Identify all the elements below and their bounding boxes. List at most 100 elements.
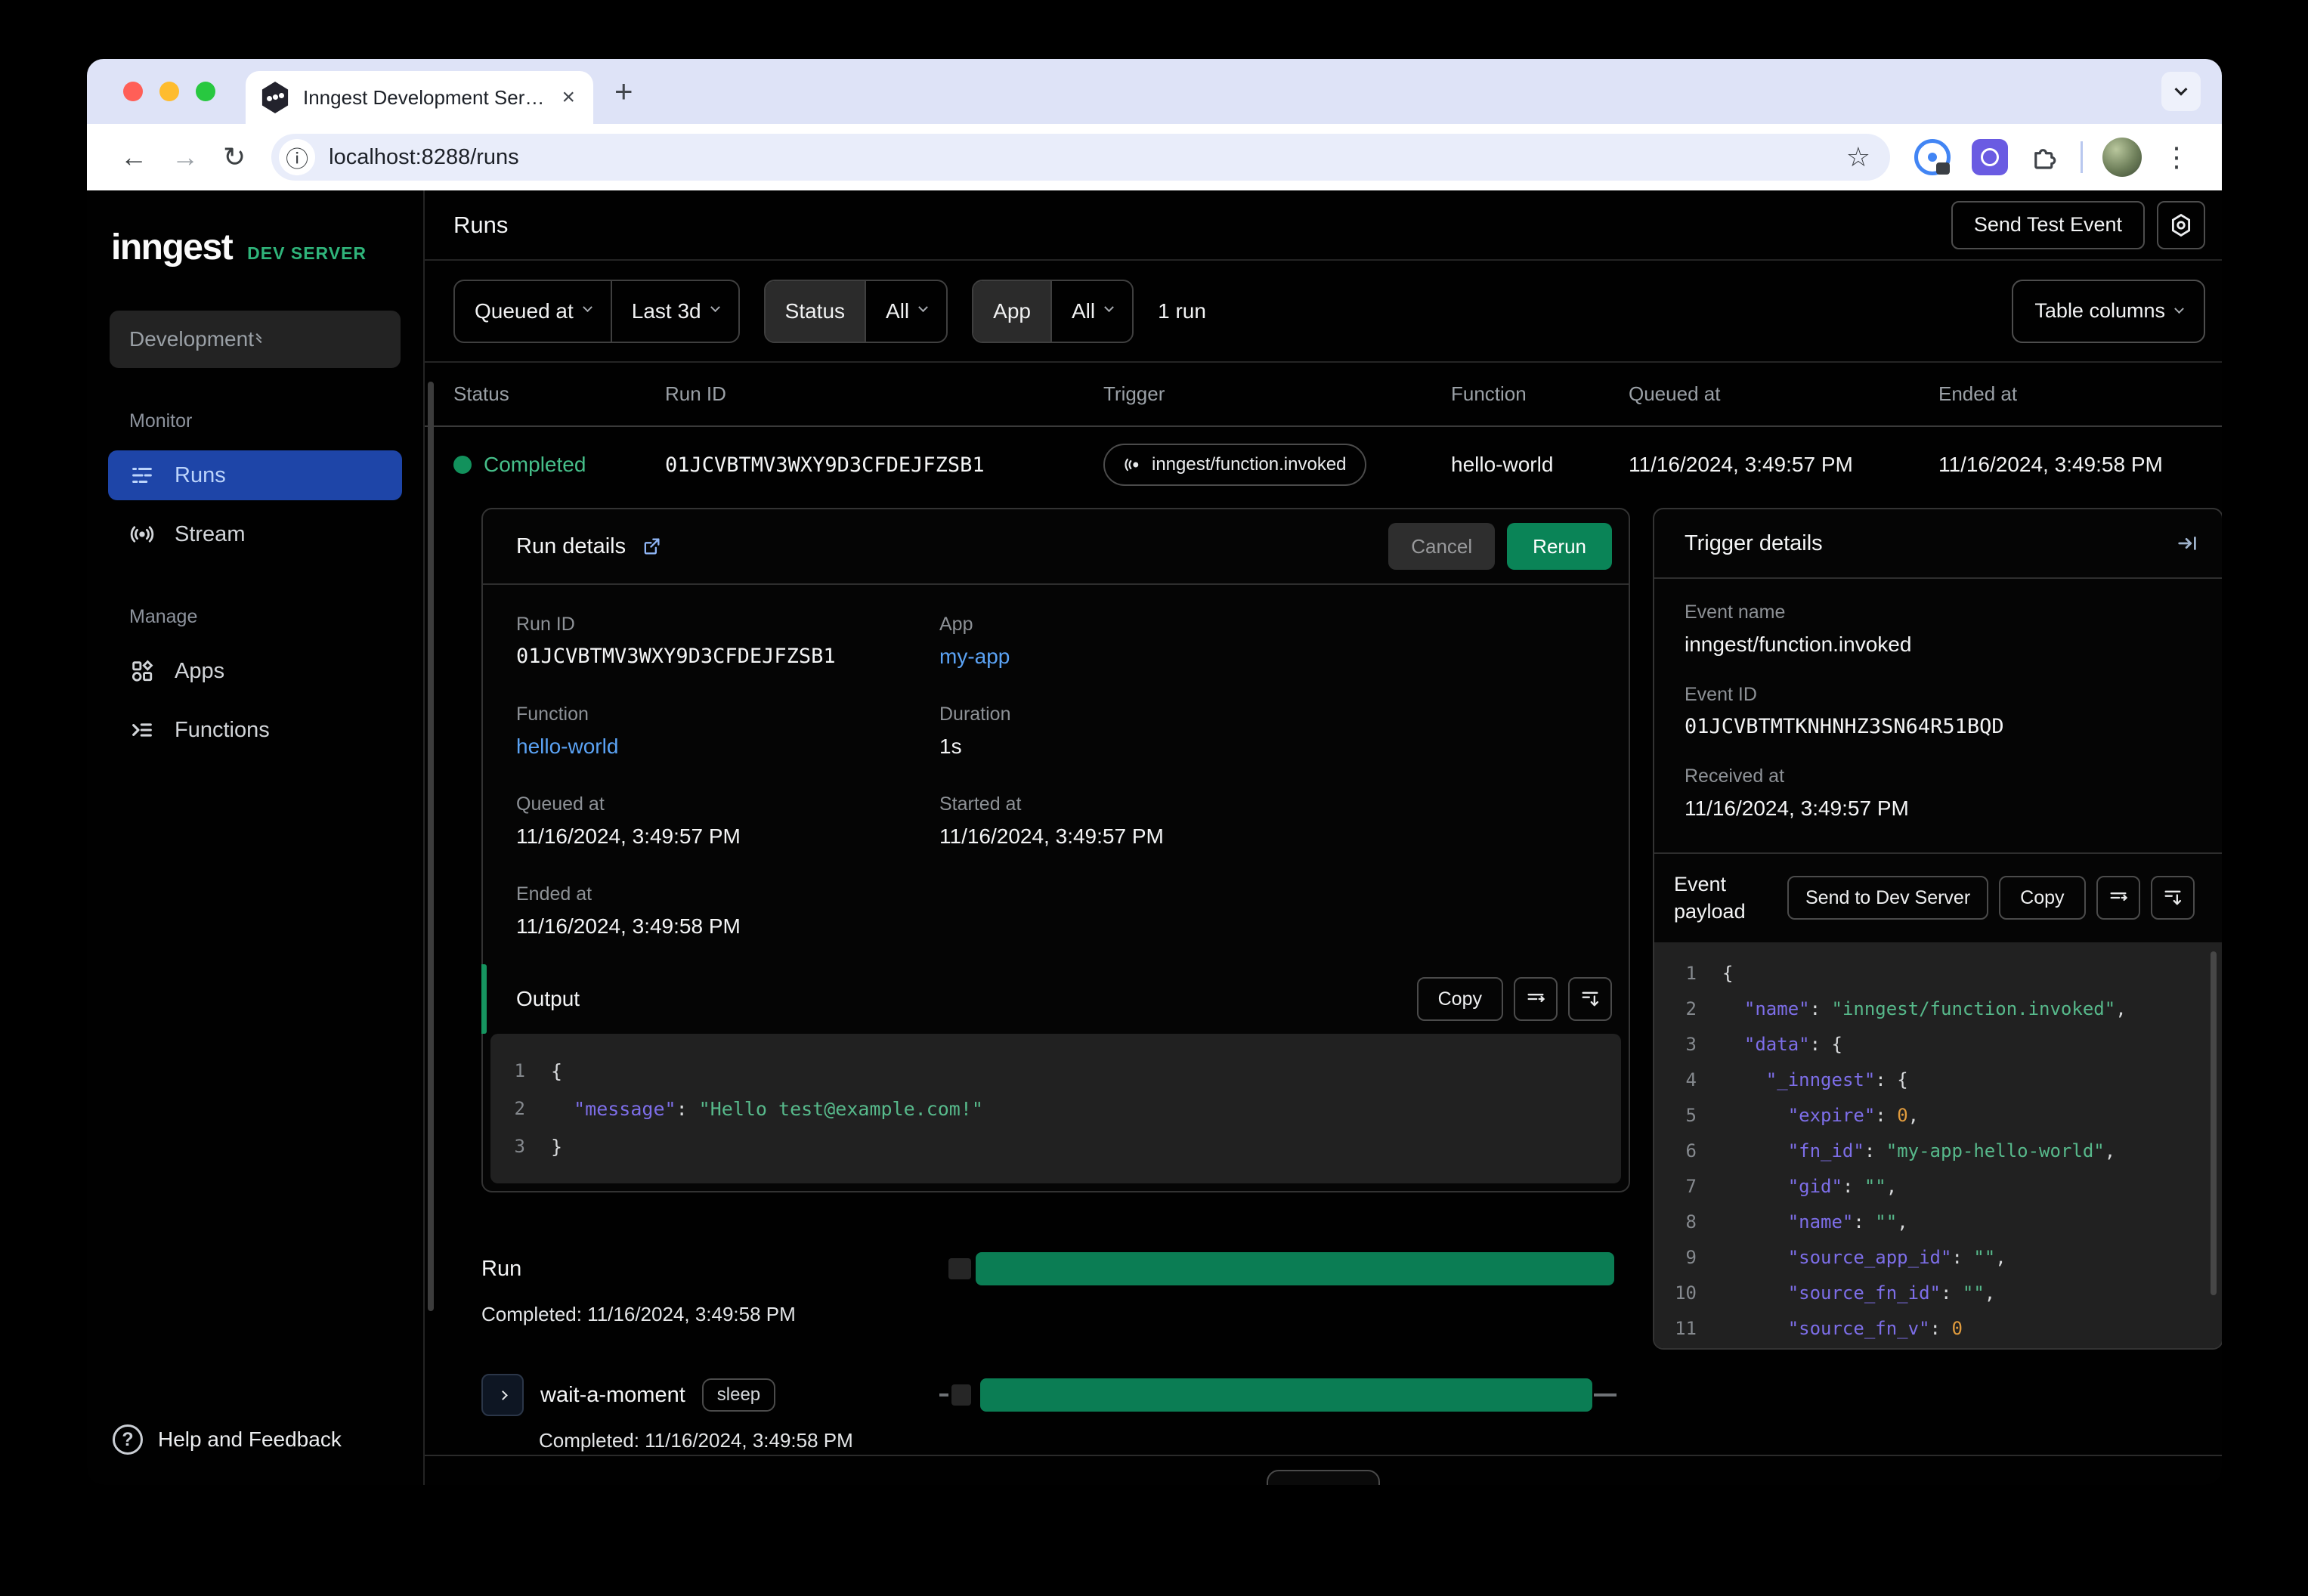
address-bar[interactable]: ⓘ localhost:8288/runs ☆: [271, 134, 1890, 181]
browser-menu-icon[interactable]: ⋮: [2163, 141, 2190, 173]
field-duration: Duration 1s: [939, 704, 1011, 758]
column-header: Trigger: [1103, 382, 1165, 405]
tab-search-chevron-icon[interactable]: [2161, 72, 2201, 111]
password-manager-extension-icon[interactable]: [1914, 139, 1951, 175]
main-scrollbar[interactable]: [428, 382, 434, 1311]
expand-step-button[interactable]: [481, 1374, 524, 1416]
sidebar-item-label: Runs: [175, 462, 226, 487]
output-title: Output: [516, 987, 580, 1010]
sidebar-item-label: Functions: [175, 717, 270, 742]
forward-icon[interactable]: →: [172, 141, 199, 173]
inngest-favicon: [261, 82, 289, 113]
sidebar-item-stream[interactable]: Stream: [108, 509, 402, 559]
sidebar-item-apps[interactable]: Apps: [108, 646, 402, 696]
time-field-filter: Queued at Last 3d: [453, 279, 740, 343]
rerun-button[interactable]: Rerun: [1507, 523, 1612, 570]
function-link[interactable]: hello-world: [516, 735, 939, 759]
manage-section-label: Manage: [129, 606, 198, 627]
collapse-panel-icon[interactable]: [2177, 532, 2199, 555]
help-and-feedback[interactable]: ? Help and Feedback: [87, 1424, 423, 1485]
open-run-external-icon[interactable]: [641, 536, 662, 557]
step-name: wait-a-moment: [540, 1382, 685, 1407]
step-duration-bar[interactable]: [980, 1378, 1592, 1412]
queued-segment: [948, 1258, 971, 1279]
payload-scrollbar[interactable]: [2211, 951, 2217, 1295]
environment-select[interactable]: Development: [110, 311, 401, 368]
monitor-section-label: Monitor: [129, 410, 193, 431]
table-footer: [425, 1455, 2222, 1485]
browser-toolbar: ← → ↻ ⓘ localhost:8288/runs ☆ ⋮: [87, 124, 2222, 190]
timeline-run-row: Run Completed: 11/16/2024, 3:49:58 PM: [481, 1247, 1630, 1326]
timeline-run-label: Run: [481, 1256, 522, 1281]
run-timeline: Run Completed: 11/16/2024, 3:49:58 PM wa…: [481, 1247, 1630, 1452]
run-duration-bar[interactable]: [976, 1252, 1614, 1285]
field-event-name: Event name inngest/function.invoked: [1685, 602, 1912, 656]
run-details-fields: Run ID 01JCVBTMV3WXY9D3CFDEJFZSB1 App my…: [483, 585, 1629, 964]
macos-traffic-lights: [87, 82, 246, 101]
trigger-event-pill[interactable]: inngest/function.invoked: [1103, 444, 1366, 486]
table-columns-button[interactable]: Table columns: [2012, 279, 2205, 343]
help-icon: ?: [113, 1424, 143, 1455]
run-details-area: Run details Cancel Rerun Run ID 01JCVBTM…: [425, 503, 2222, 1455]
scroll-to-bottom-icon[interactable]: [2150, 876, 2195, 920]
step-trail-line: [1594, 1393, 1617, 1396]
load-more-button[interactable]: [1267, 1470, 1380, 1485]
settings-button[interactable]: [2157, 200, 2205, 249]
profile-avatar[interactable]: [2102, 138, 2142, 177]
run-table-row[interactable]: Completed 01JCVBTMV3WXY9D3CFDEJFZSB1 inn…: [425, 427, 2222, 503]
main-content: Runs Send Test Event Queued at Last 3d S…: [425, 190, 2222, 1485]
extension-icon[interactable]: [1972, 139, 2008, 175]
back-icon[interactable]: ←: [120, 141, 147, 173]
gear-icon: [2171, 213, 2191, 237]
event-payload-title: Event payload: [1674, 873, 1746, 923]
cancel-button[interactable]: Cancel: [1388, 523, 1496, 570]
field-run-id: Run ID 01JCVBTMV3WXY9D3CFDEJFZSB1: [516, 614, 836, 668]
minimize-window-button[interactable]: [159, 82, 179, 101]
tab-close-icon[interactable]: ×: [558, 85, 578, 110]
sidebar-item-runs[interactable]: Runs: [108, 450, 402, 500]
text-wrap-icon[interactable]: [2096, 876, 2140, 920]
sidebar: inngest DEV SERVER Development Monitor R…: [87, 190, 425, 1485]
trigger-details-title: Trigger details: [1685, 530, 1823, 555]
maximize-window-button[interactable]: [196, 82, 215, 101]
browser-tab[interactable]: Inngest Development Server ×: [246, 71, 593, 124]
reload-icon[interactable]: ↻: [223, 141, 246, 173]
send-to-dev-server-button[interactable]: Send to Dev Server: [1787, 876, 1989, 920]
output-code-block[interactable]: 1{2 "message": "Hello test@example.com!" 3…: [490, 1034, 1621, 1183]
field-event-id: Event ID 01JCVBTMTKNHNHZ3SN64R51BQD: [1685, 684, 2004, 738]
app-link[interactable]: my-app: [939, 645, 1595, 669]
event-payload-code-block[interactable]: 1{2 "name": "inngest/function.invoked", 3 "…: [1654, 942, 2222, 1348]
ended-at-cell: 11/16/2024, 3:49:58 PM: [1938, 453, 2163, 476]
sidebar-item-functions[interactable]: Functions: [108, 705, 402, 755]
functions-icon: [132, 723, 152, 737]
status-dot-completed: [453, 456, 472, 474]
tab-title: Inngest Development Server: [303, 85, 546, 109]
run-id-cell: 01JCVBTMV3WXY9D3CFDEJFZSB1: [665, 453, 985, 477]
function-cell: hello-world: [1451, 453, 1554, 476]
timeline-step-track: [935, 1373, 1630, 1417]
copy-payload-button[interactable]: Copy: [1999, 876, 2086, 920]
site-info-icon[interactable]: ⓘ: [279, 139, 316, 175]
step-queued-segment: [951, 1384, 971, 1406]
time-range-button[interactable]: Last 3d: [610, 280, 738, 342]
app-filter-value[interactable]: All: [1050, 280, 1132, 342]
stream-icon: [130, 526, 154, 543]
field-received-at: Received at 11/16/2024, 3:49:57 PM: [1685, 766, 1909, 820]
status-filter-value[interactable]: All: [865, 280, 946, 342]
copy-output-button[interactable]: Copy: [1416, 977, 1503, 1021]
send-test-event-button[interactable]: Send Test Event: [1951, 200, 2145, 249]
queued-at-cell: 11/16/2024, 3:49:57 PM: [1629, 453, 1853, 476]
new-tab-button[interactable]: +: [614, 73, 633, 110]
timeline-run-track: [935, 1247, 1630, 1291]
close-window-button[interactable]: [123, 82, 143, 101]
app-filter: App All: [972, 279, 1134, 343]
time-field-button[interactable]: Queued at: [455, 281, 611, 342]
scroll-to-bottom-icon[interactable]: [1568, 977, 1612, 1021]
text-wrap-icon[interactable]: [1514, 977, 1558, 1021]
bookmark-star-icon[interactable]: ☆: [1846, 141, 1870, 173]
step-type-badge: sleep: [701, 1378, 776, 1412]
apps-icon: [131, 660, 153, 682]
sidebar-item-label: Stream: [175, 521, 246, 546]
runs-icon: [132, 467, 152, 484]
extensions-puzzle-icon[interactable]: [2029, 141, 2061, 173]
